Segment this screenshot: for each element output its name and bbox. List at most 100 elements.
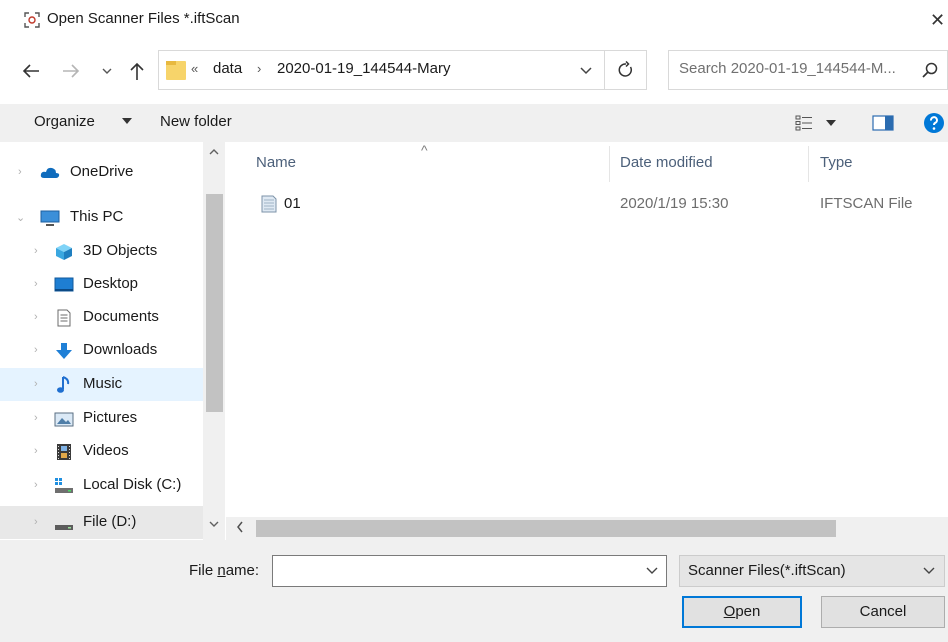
date-modified-cell: 2020/1/19 15:30 xyxy=(620,195,729,212)
file-list: ^ Name Date modified Type 01 2020/1/19 1… xyxy=(226,142,948,517)
navigation-scrollbar[interactable] xyxy=(203,142,225,540)
sidebar-item-documents[interactable]: › Documents xyxy=(0,301,203,334)
command-bar: Organize New folder xyxy=(0,104,948,142)
breadcrumb-separator-icon[interactable]: › xyxy=(257,61,261,76)
chevron-right-icon[interactable]: › xyxy=(34,278,38,290)
sidebar-item-label: Music xyxy=(83,375,123,392)
chevron-down-icon[interactable] xyxy=(645,565,659,577)
picture-icon xyxy=(54,412,74,427)
sidebar-item-file-d[interactable]: › File (D:) xyxy=(0,506,203,539)
sidebar-item-label: Pictures xyxy=(83,409,138,426)
scroll-down-icon[interactable] xyxy=(209,520,219,528)
chevron-right-icon[interactable]: › xyxy=(34,344,38,356)
sidebar-item-label: OneDrive xyxy=(70,163,134,180)
cancel-button[interactable]: Cancel xyxy=(821,596,945,628)
sidebar-item-label: Local Disk (C:) xyxy=(83,476,182,493)
up-button[interactable] xyxy=(126,60,148,82)
scanner-app-icon xyxy=(24,12,40,28)
breadcrumb-current-folder[interactable]: 2020-01-19_144544-Mary xyxy=(277,60,450,77)
chevron-down-icon[interactable] xyxy=(578,61,594,79)
column-divider[interactable] xyxy=(808,146,809,182)
back-button[interactable] xyxy=(20,60,42,82)
chevron-down-icon[interactable] xyxy=(922,565,936,577)
sidebar-item-this-pc[interactable]: ⌄ This PC xyxy=(0,201,203,234)
file-type-filter[interactable]: Scanner Files(*.iftScan) xyxy=(679,555,945,587)
dialog-footer: File name: Scanner Files(*.iftScan) Open… xyxy=(0,540,948,642)
chevron-right-icon[interactable]: › xyxy=(34,445,38,457)
search-icon[interactable] xyxy=(921,61,939,79)
chevron-right-icon[interactable]: › xyxy=(34,378,38,390)
drive-icon xyxy=(55,525,73,530)
file-name-field[interactable] xyxy=(277,561,632,578)
column-header-type[interactable]: Type xyxy=(820,154,853,171)
refresh-icon xyxy=(618,61,632,77)
sidebar-item-label: This PC xyxy=(70,208,124,225)
sidebar-item-desktop[interactable]: › Desktop xyxy=(0,268,203,301)
window-title: Open Scanner Files *.iftScan xyxy=(47,10,240,27)
file-icon xyxy=(261,195,277,213)
refresh-button[interactable] xyxy=(605,50,647,90)
search-input[interactable] xyxy=(679,60,909,77)
file-type-filter-value: Scanner Files(*.iftScan) xyxy=(688,562,846,579)
caret-down-icon[interactable] xyxy=(826,120,836,126)
column-header-name[interactable]: Name xyxy=(256,154,296,171)
chevron-right-icon[interactable]: › xyxy=(34,245,38,257)
type-cell: IFTSCAN File xyxy=(820,195,913,212)
close-button[interactable]: ✕ xyxy=(930,6,948,34)
overflow-chevron-icon[interactable]: « xyxy=(191,61,198,76)
scroll-left-icon[interactable] xyxy=(236,520,244,534)
chevron-right-icon[interactable]: › xyxy=(34,479,38,491)
sidebar-item-downloads[interactable]: › Downloads xyxy=(0,334,203,367)
desktop-icon xyxy=(54,277,74,292)
file-name-label: File name: xyxy=(189,562,260,579)
open-button[interactable]: Open xyxy=(682,596,802,628)
preview-pane-icon[interactable] xyxy=(872,115,894,131)
column-divider[interactable] xyxy=(609,146,610,182)
column-header-date-modified[interactable]: Date modified xyxy=(620,154,713,171)
sidebar-item-label: Desktop xyxy=(83,275,139,292)
chevron-right-icon[interactable]: › xyxy=(34,516,38,528)
download-arrow-icon xyxy=(56,343,72,359)
forward-button[interactable] xyxy=(60,60,82,82)
sidebar-item-videos[interactable]: › Videos xyxy=(0,435,203,468)
caret-down-icon[interactable] xyxy=(122,118,132,124)
sidebar-item-local-disk-c[interactable]: › Local Disk (C:) xyxy=(0,469,203,502)
scrollbar-thumb[interactable] xyxy=(206,194,223,412)
breadcrumb-data[interactable]: data xyxy=(213,60,242,77)
organize-button[interactable]: Organize xyxy=(34,113,95,130)
chevron-right-icon[interactable]: › xyxy=(34,311,38,323)
sidebar-item-onedrive[interactable]: › OneDrive xyxy=(0,156,203,189)
table-row[interactable]: 01 2020/1/19 15:30 IFTSCAN File xyxy=(226,188,948,218)
sidebar-item-label: Documents xyxy=(83,308,159,325)
cloud-icon xyxy=(40,167,60,178)
sidebar-item-label: File (D:) xyxy=(83,513,137,530)
help-icon[interactable] xyxy=(923,112,945,134)
sidebar-item-label: 3D Objects xyxy=(83,242,158,259)
view-options-icon[interactable] xyxy=(795,115,813,131)
folder-icon xyxy=(166,61,186,80)
file-name-combobox[interactable] xyxy=(272,555,667,587)
music-note-icon xyxy=(57,376,70,393)
document-icon xyxy=(57,309,71,327)
scroll-up-icon[interactable] xyxy=(209,148,219,156)
sidebar-item-label: Downloads xyxy=(83,341,158,358)
cube-icon xyxy=(56,244,72,260)
recent-locations-button[interactable] xyxy=(100,60,114,82)
chevron-down-icon[interactable]: ⌄ xyxy=(16,211,25,224)
chevron-right-icon[interactable]: › xyxy=(34,412,38,424)
sidebar-item-pictures[interactable]: › Pictures xyxy=(0,402,203,435)
navigation-pane: › OneDrive ⌄ This PC › 3D Objects › Desk… xyxy=(0,142,225,540)
search-box[interactable] xyxy=(668,50,948,90)
windows-drive-icon xyxy=(55,478,73,493)
sort-ascending-icon: ^ xyxy=(421,142,428,158)
chevron-right-icon[interactable]: › xyxy=(18,166,22,178)
sidebar-item-3d-objects[interactable]: › 3D Objects xyxy=(0,235,203,268)
address-bar[interactable]: « data › 2020-01-19_144544-Mary xyxy=(158,50,605,90)
new-folder-button[interactable]: New folder xyxy=(160,113,232,130)
monitor-icon xyxy=(40,210,60,226)
scrollbar-thumb[interactable] xyxy=(256,520,836,537)
sidebar-item-music[interactable]: › Music xyxy=(0,368,203,401)
title-bar: Open Scanner Files *.iftScan ✕ xyxy=(0,0,948,40)
film-icon xyxy=(57,444,71,460)
horizontal-scrollbar[interactable] xyxy=(226,517,948,540)
